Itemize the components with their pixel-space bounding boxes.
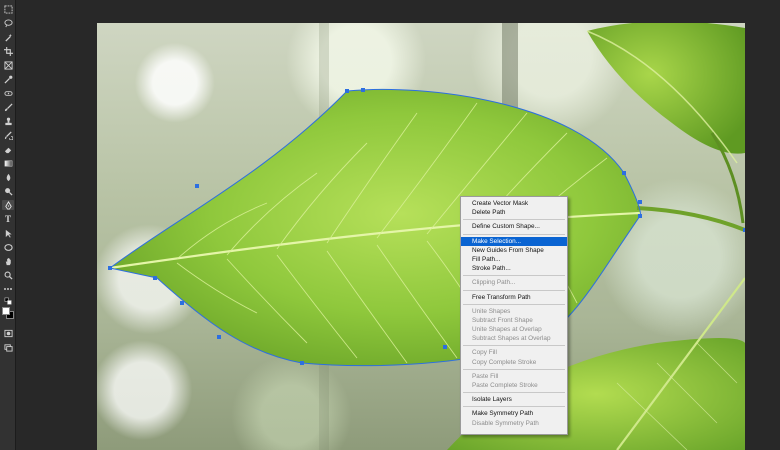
default-colors-icon[interactable] bbox=[2, 296, 14, 306]
menu-item-copy-fill: Copy Fill bbox=[472, 349, 497, 357]
menu-item-unite-shapes: Unite Shapes bbox=[472, 307, 511, 315]
type-tool-icon[interactable]: T bbox=[2, 214, 14, 224]
menu-separator bbox=[463, 219, 565, 221]
hand-tool-icon[interactable] bbox=[2, 256, 14, 266]
history-brush-tool-icon[interactable] bbox=[2, 130, 14, 140]
type-tool-glyph: T bbox=[4, 214, 11, 224]
menu-item-disable-symmetry-path: Disable Symmetry Path bbox=[472, 419, 539, 427]
blur-tool-icon[interactable] bbox=[2, 172, 14, 182]
menu-item-unite-shapes-at-overlap: Unite Shapes at Overlap bbox=[472, 326, 542, 334]
gradient-tool-icon[interactable] bbox=[2, 158, 14, 168]
lasso-tool-icon[interactable] bbox=[2, 18, 14, 28]
menu-separator bbox=[463, 345, 565, 347]
menu-item-stroke-path[interactable]: Stroke Path... bbox=[461, 264, 567, 273]
path-context-menu: Create Vector Mask Delete Path Define Cu… bbox=[460, 196, 568, 435]
menu-separator bbox=[463, 233, 565, 235]
menu-item-fill-path[interactable]: Fill Path... bbox=[461, 255, 567, 264]
menu-item-isolate-layers[interactable]: Isolate Layers bbox=[461, 395, 567, 404]
menu-item-paste-complete-stroke: Paste Complete Stroke bbox=[472, 382, 538, 389]
menu-separator bbox=[463, 406, 565, 408]
leaf-photo bbox=[108, 23, 745, 450]
menu-item-subtract-front-shape: Subtract Front Shape bbox=[472, 316, 533, 324]
shape-tool-icon[interactable] bbox=[2, 242, 14, 252]
clone-stamp-tool-icon[interactable] bbox=[2, 116, 14, 126]
menu-item-free-transform-path[interactable]: Free Transform Path bbox=[461, 293, 567, 302]
document-canvas[interactable] bbox=[97, 23, 745, 450]
crop-tool-icon[interactable] bbox=[2, 46, 14, 56]
photoshop-window: T Create Vector Mask Delete Path Define … bbox=[0, 0, 780, 450]
screen-mode-icon[interactable] bbox=[2, 342, 14, 352]
menu-item-paste-fill: Paste Fill bbox=[472, 372, 499, 380]
pen-tool-icon[interactable] bbox=[2, 200, 14, 210]
menu-separator bbox=[463, 275, 565, 277]
eyedropper-tool-icon[interactable] bbox=[2, 74, 14, 84]
menu-item-define-custom-shape[interactable]: Define Custom Shape... bbox=[461, 222, 567, 231]
menu-item-copy-complete-stroke: Copy Complete Stroke bbox=[472, 358, 537, 366]
frame-tool-icon[interactable] bbox=[2, 60, 14, 70]
tools-panel: T bbox=[0, 0, 16, 450]
menu-item-clipping-path: Clipping Path... bbox=[472, 279, 516, 287]
healing-brush-tool-icon[interactable] bbox=[2, 88, 14, 98]
menu-separator bbox=[463, 289, 565, 291]
menu-item-make-selection[interactable]: Make Selection... bbox=[461, 236, 567, 246]
zoom-tool-icon[interactable] bbox=[2, 270, 14, 280]
dodge-tool-icon[interactable] bbox=[2, 186, 14, 196]
menu-item-new-guides-from-shape[interactable]: New Guides From Shape bbox=[461, 246, 567, 255]
menu-item-make-symmetry-path[interactable]: Make Symmetry Path bbox=[461, 409, 567, 418]
marquee-tool-icon[interactable] bbox=[2, 4, 14, 14]
brush-tool-icon[interactable] bbox=[2, 102, 14, 112]
menu-separator bbox=[463, 368, 565, 370]
menu-item-create-vector-mask[interactable]: Create Vector Mask bbox=[461, 199, 567, 208]
more-tools-icon[interactable] bbox=[2, 286, 14, 292]
menu-item-subtract-shapes-at-overlap: Subtract Shapes at Overlap bbox=[472, 335, 551, 343]
menu-separator bbox=[463, 392, 565, 394]
foreground-color-swatch[interactable] bbox=[2, 307, 10, 315]
eraser-tool-icon[interactable] bbox=[2, 144, 14, 154]
path-selection-tool-icon[interactable] bbox=[2, 228, 14, 238]
quick-mask-icon[interactable] bbox=[2, 328, 14, 338]
magic-wand-tool-icon[interactable] bbox=[2, 32, 14, 42]
menu-separator bbox=[463, 303, 565, 305]
menu-item-delete-path[interactable]: Delete Path bbox=[461, 208, 567, 217]
